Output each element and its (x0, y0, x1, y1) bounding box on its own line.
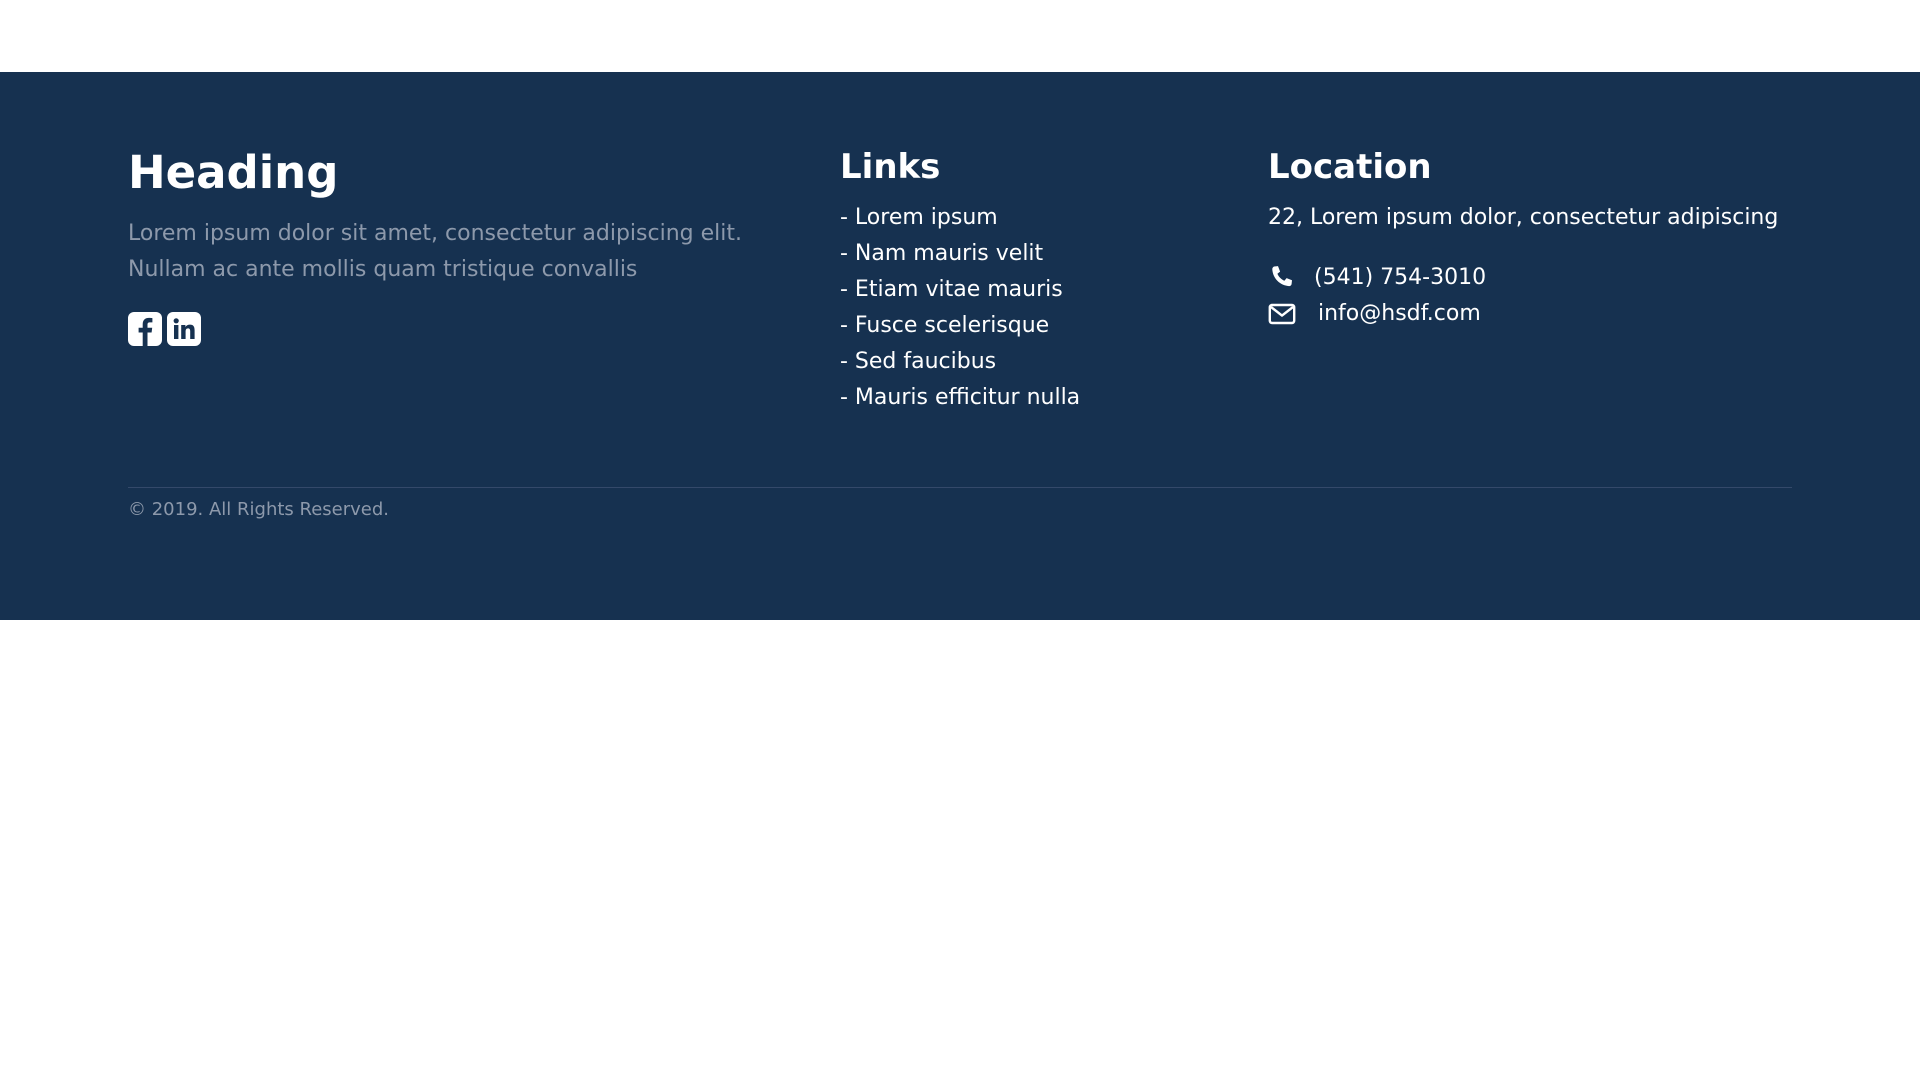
links-title: Links (840, 147, 941, 187)
list-item: - Etiam vitae mauris (840, 272, 1080, 308)
phone-row: (541) 754-3010 (1268, 260, 1486, 296)
list-item: - Nam mauris velit (840, 236, 1080, 272)
footer-link-6[interactable]: - Mauris efficitur nulla (840, 385, 1080, 410)
list-item: - Sed faucibus (840, 344, 1080, 380)
facebook-icon (138, 317, 153, 346)
phone-icon (1268, 264, 1296, 292)
copyright-text: © 2019. All Rights Reserved. (128, 499, 390, 520)
location-title: Location (1268, 147, 1432, 187)
footer-about-text: Lorem ipsum dolor sit amet, consectetur … (128, 216, 748, 288)
phone-link[interactable]: (541) 754-3010 (1314, 260, 1486, 296)
footer-link-4[interactable]: - Fusce scelerisque (840, 313, 1049, 338)
about-text-line-2: Nullam ac ante mollis quam tristique con… (128, 257, 638, 282)
site-footer: Heading Lorem ipsum dolor sit amet, cons… (0, 72, 1920, 620)
email-row: info@hsdf.com (1268, 296, 1481, 332)
facebook-button[interactable] (128, 312, 162, 346)
list-item: - Lorem ipsum (840, 200, 1080, 236)
email-link[interactable]: info@hsdf.com (1318, 296, 1481, 332)
footer-divider (128, 487, 1792, 488)
list-item: - Fusce scelerisque (840, 308, 1080, 344)
location-address: 22, Lorem ipsum dolor, consectetur adipi… (1268, 205, 1779, 230)
about-text-line-1: Lorem ipsum dolor sit amet, consectetur … (128, 221, 742, 246)
links-list: - Lorem ipsum - Nam mauris velit - Etiam… (840, 200, 1080, 416)
footer-heading: Heading (128, 146, 339, 199)
list-item: - Mauris efficitur nulla (840, 380, 1080, 416)
footer-link-2[interactable]: - Nam mauris velit (840, 241, 1043, 266)
linkedin-icon (173, 318, 195, 339)
footer-link-5[interactable]: - Sed faucibus (840, 349, 996, 374)
footer-link-1[interactable]: - Lorem ipsum (840, 205, 998, 230)
social-links (128, 312, 201, 346)
envelope-icon (1268, 300, 1296, 328)
linkedin-button[interactable] (167, 312, 201, 346)
footer-link-3[interactable]: - Etiam vitae mauris (840, 277, 1063, 302)
